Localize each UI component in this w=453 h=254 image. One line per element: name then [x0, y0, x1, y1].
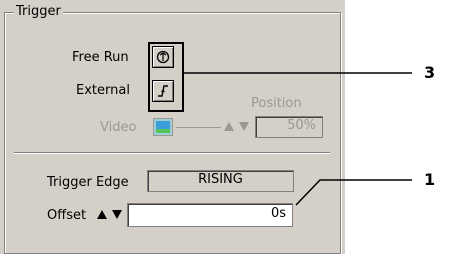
callout-lines: [184, 72, 412, 206]
callout-line-1: [295, 179, 412, 206]
callout-number-3: 3: [424, 63, 436, 82]
callout-number-1: 1: [424, 170, 436, 189]
